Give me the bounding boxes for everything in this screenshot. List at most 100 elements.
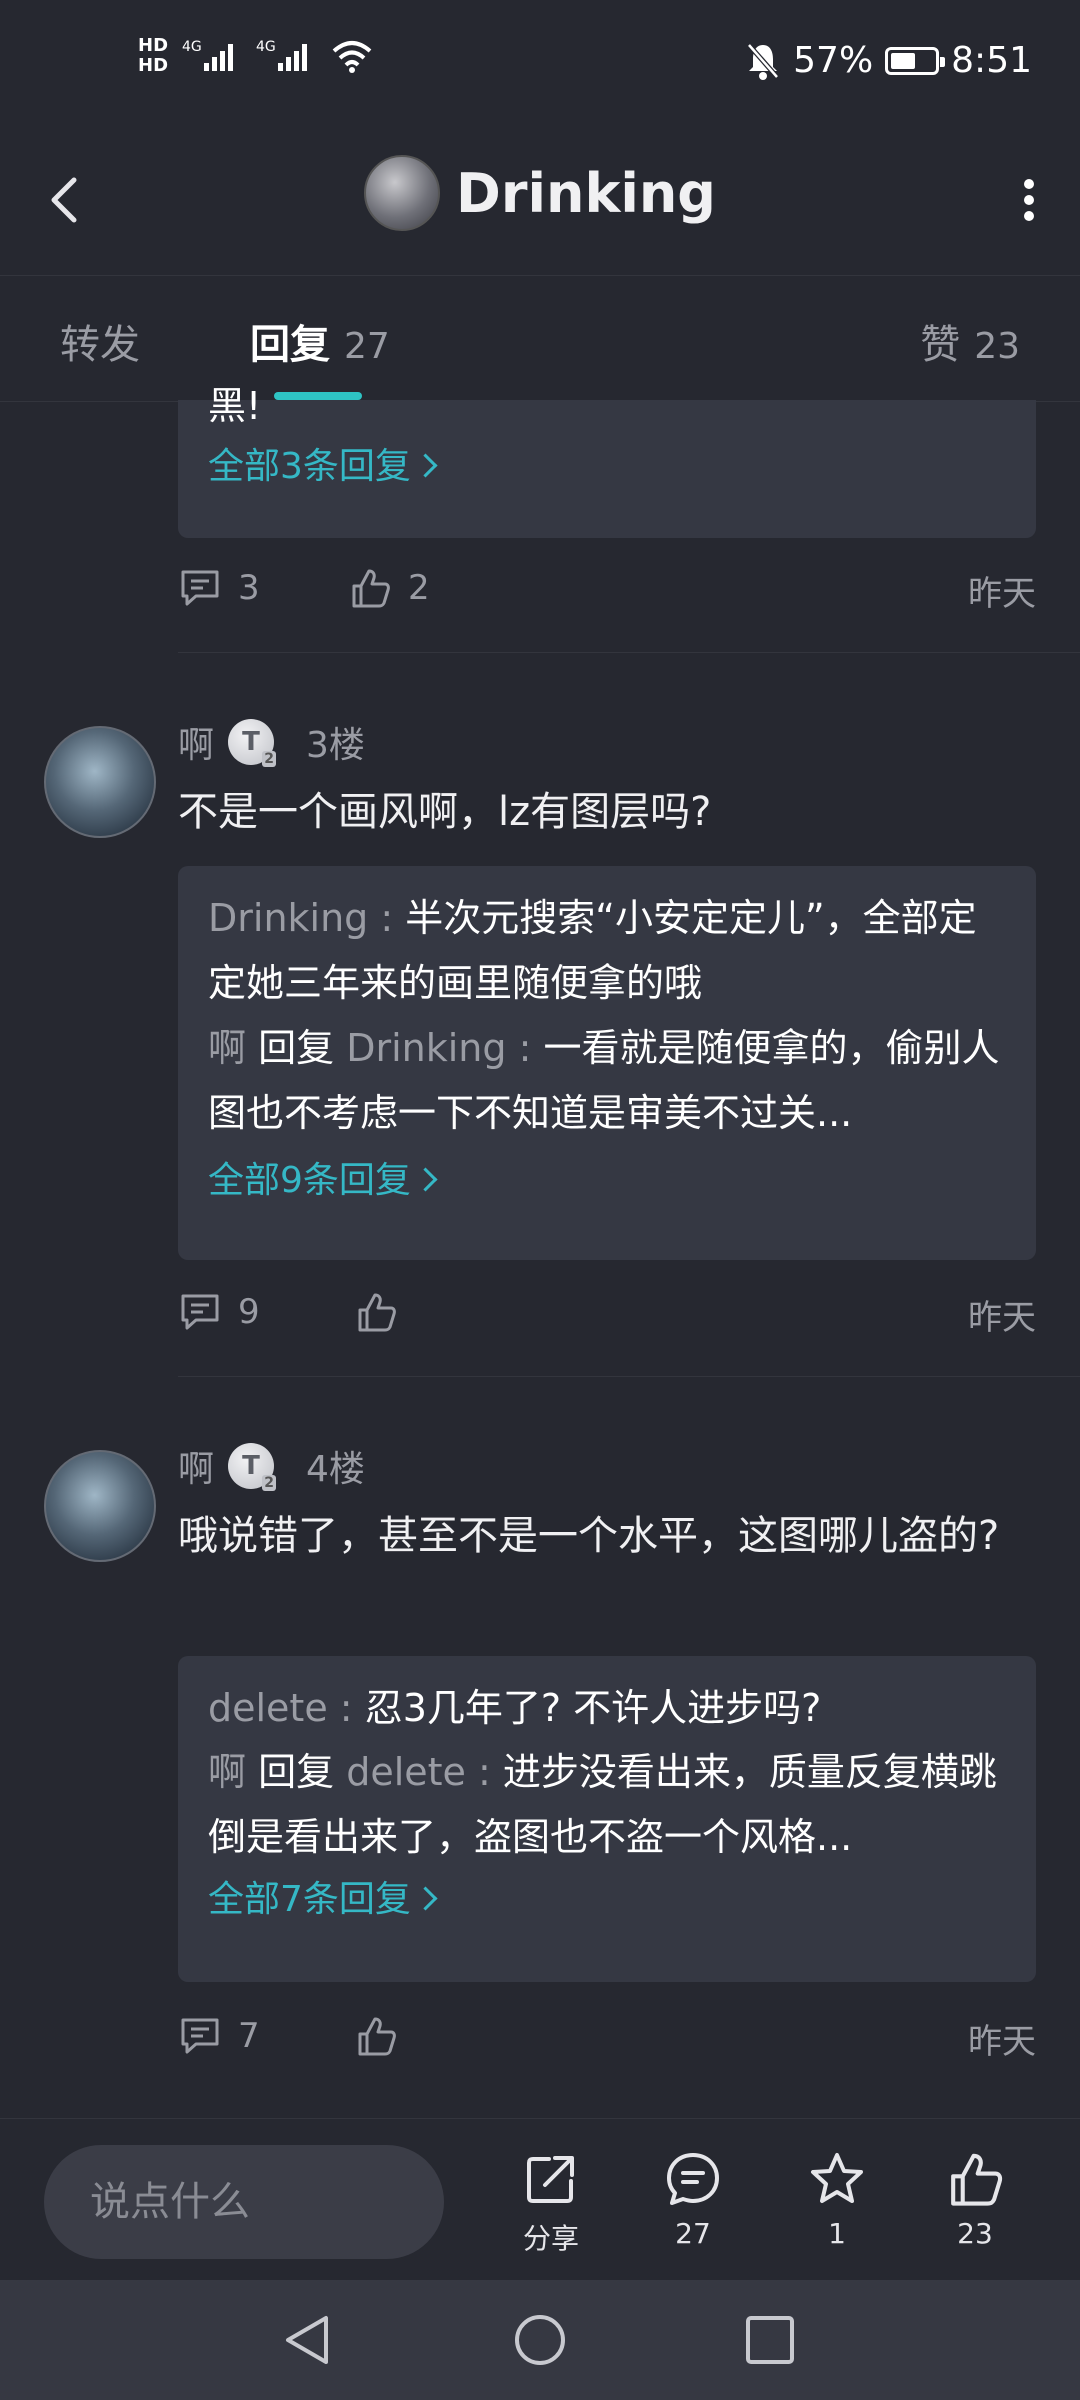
sub-reply-author[interactable]: Drinking <box>208 896 368 940</box>
tab-bar: 转发 回复 27 赞 23 <box>0 276 1080 402</box>
battery-percent: 57% <box>793 40 874 81</box>
share-label: 分享 <box>522 2222 579 2255</box>
tab-like-label: 赞 <box>920 322 961 368</box>
sub-reply-author[interactable]: delete <box>208 1686 328 1730</box>
thumbs-up-icon <box>358 1293 396 1332</box>
sub-reply-target[interactable]: Drinking <box>346 1026 506 1070</box>
view-all-replies-link[interactable]: 全部7条回复 <box>208 1870 1006 1930</box>
view-all-replies-label: 全部3条回复 <box>208 446 411 487</box>
sub-reply-author[interactable]: 啊 <box>208 1750 246 1794</box>
commenter-name[interactable]: 啊 <box>178 716 214 768</box>
like-count: 2 <box>408 568 430 608</box>
comment-input[interactable]: 说点什么 <box>44 2145 444 2259</box>
comment-icon <box>181 2018 219 2054</box>
comment-header: 啊 T2 3楼 <box>178 716 365 768</box>
thumbs-up-icon <box>951 2153 1003 2206</box>
wifi-icon <box>332 41 372 73</box>
tab-reply[interactable]: 回复 27 <box>250 312 390 370</box>
tab-forward[interactable]: 转发 <box>60 312 140 370</box>
badge-level: 2 <box>262 751 277 767</box>
comment-actions: 9 昨天 <box>178 1290 1036 1350</box>
reply-preview-box[interactable]: delete : 忍3几年了? 不许人进步吗? 啊 回复 delete : 进步… <box>178 1656 1036 1982</box>
level-badge-icon: T2 <box>228 1443 277 1491</box>
comment-count: 27 <box>675 2217 711 2250</box>
view-all-replies-link[interactable]: 全部9条回复 <box>208 1146 1006 1216</box>
comment-icon <box>181 570 219 606</box>
hd-icon: HD HD <box>138 35 169 76</box>
reply-button[interactable]: 7 <box>178 2014 260 2058</box>
page-title: Drinking <box>456 161 716 225</box>
signal-indicators: HD HD 4G 4G <box>138 36 374 76</box>
share-button[interactable]: 分享 <box>496 2149 606 2257</box>
badge-level: 2 <box>262 1475 277 1491</box>
comment-header: 啊 T2 4楼 <box>178 1440 365 1492</box>
floor-number: 3楼 <box>306 725 365 766</box>
floor-number: 4楼 <box>306 1449 365 1490</box>
comment-time: 昨天 <box>968 1298 1036 1338</box>
sub-reply: 啊 回复 delete : 进步没看出来，质量反复横跳倒是看出来了，盗图也不盗一… <box>208 1740 1006 1870</box>
like-button[interactable] <box>354 1290 398 1334</box>
clock: 8:51 <box>951 40 1032 81</box>
comment-actions: 7 昨天 <box>178 2014 1036 2074</box>
nav-home-icon[interactable] <box>512 2312 568 2368</box>
like-button[interactable] <box>354 2014 398 2058</box>
favorite-button[interactable]: 1 <box>782 2149 892 2250</box>
user-avatar[interactable] <box>364 155 441 231</box>
reply-partial-text: 黑! <box>208 384 262 428</box>
signal-4g-icon: 4G <box>256 39 308 71</box>
comment-time: 昨天 <box>968 574 1036 614</box>
svg-text:4G: 4G <box>256 39 276 55</box>
nav-recents-icon[interactable] <box>742 2312 798 2368</box>
reply-count: 3 <box>238 568 260 608</box>
thumbs-up-icon <box>358 2017 396 2056</box>
view-all-replies-label: 全部7条回复 <box>208 1879 411 1920</box>
badge-letter: T <box>242 727 260 757</box>
commenter-name[interactable]: 啊 <box>178 1440 214 1492</box>
reply-button[interactable]: 3 <box>178 566 260 610</box>
tab-like[interactable]: 赞 23 <box>920 312 1020 370</box>
svg-text:4G: 4G <box>182 39 202 55</box>
reply-word: 回复 <box>258 1026 335 1070</box>
commenter-avatar[interactable] <box>44 1450 156 1562</box>
nav-back-icon[interactable] <box>280 2312 336 2368</box>
reply-button[interactable]: 9 <box>178 1290 260 1334</box>
header: Drinking <box>0 130 1080 276</box>
divider <box>178 652 1080 653</box>
view-all-replies-link[interactable]: 全部3条回复 <box>208 432 1006 502</box>
mute-bell-icon <box>747 42 780 80</box>
comment-text: 不是一个画风啊，lz有图层吗? <box>178 789 712 835</box>
sub-reply-target[interactable]: delete <box>346 1750 466 1794</box>
tab-forward-label: 转发 <box>60 322 140 368</box>
sub-reply: Drinking : 半次元搜索“小安定定儿”，全部定定她三年来的画里随便拿的哦 <box>208 886 1006 1016</box>
like-count: 23 <box>957 2217 993 2250</box>
comment-actions: 3 2 昨天 <box>178 566 1036 626</box>
sub-reply-author[interactable]: 啊 <box>208 1026 246 1070</box>
system-nav-bar <box>0 2280 1080 2400</box>
view-all-replies-label: 全部9条回复 <box>208 1160 411 1201</box>
sub-reply-sep: : <box>506 1026 544 1070</box>
signal-4g-icon: 4G <box>182 39 234 71</box>
reply-preview-box[interactable]: 黑! 全部3条回复 <box>178 387 1036 538</box>
favorite-count: 1 <box>828 2217 846 2250</box>
like-button[interactable]: 2 <box>348 566 430 610</box>
reply-word: 回复 <box>258 1750 335 1794</box>
chevron-right-icon <box>413 1167 438 1192</box>
reply-preview-box[interactable]: Drinking : 半次元搜索“小安定定儿”，全部定定她三年来的画里随便拿的哦… <box>178 866 1036 1260</box>
chevron-right-icon <box>413 453 438 478</box>
comment-bubble-icon <box>667 2153 719 2205</box>
commenter-avatar[interactable] <box>44 726 156 838</box>
tab-reply-count: 27 <box>344 326 390 367</box>
like-post-button[interactable]: 23 <box>920 2149 1030 2250</box>
sub-reply-sep: : <box>368 896 406 940</box>
title-area[interactable]: Drinking <box>0 155 1080 231</box>
badge-letter: T <box>242 1451 260 1481</box>
comment-input-placeholder: 说点什么 <box>90 2179 250 2225</box>
sub-reply-text: 忍3几年了? 不许人进步吗? <box>364 1686 822 1730</box>
comments-button[interactable]: 27 <box>638 2149 748 2250</box>
more-vertical-icon[interactable] <box>1014 170 1044 230</box>
status-bar: HD HD 4G 4G 57% 8:51 <box>0 0 1080 130</box>
share-icon <box>527 2156 574 2203</box>
battery-icon <box>885 46 946 75</box>
bottom-action-bar: 说点什么 分享 27 1 23 <box>0 2118 1080 2281</box>
tab-reply-label: 回复 <box>250 322 330 368</box>
